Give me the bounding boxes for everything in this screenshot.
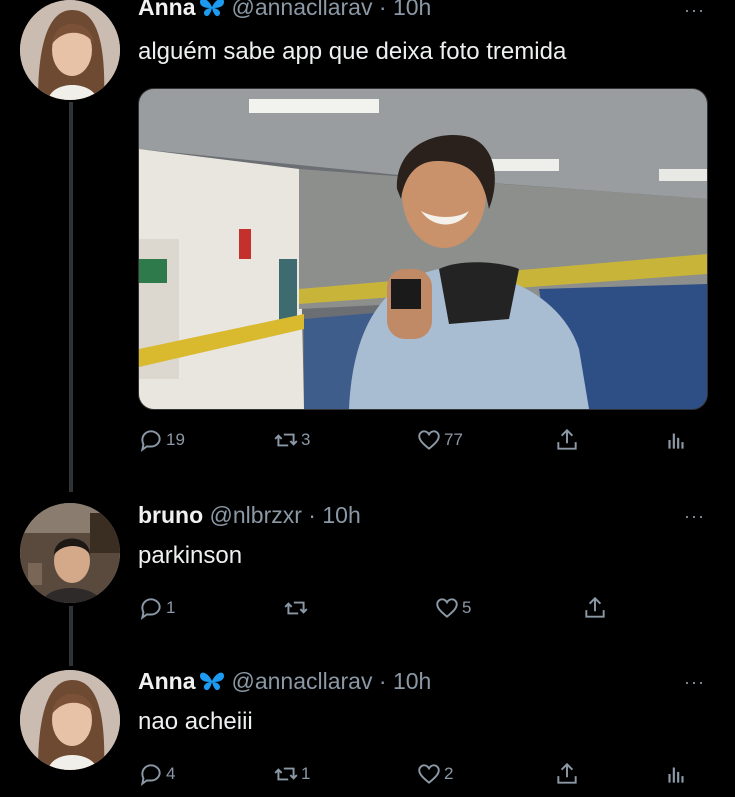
tweet-media-photo[interactable] — [138, 88, 708, 410]
reply-button[interactable]: 19 — [138, 424, 185, 456]
more-options-icon[interactable]: ··· — [684, 0, 705, 21]
retweet-icon — [284, 601, 308, 615]
tweet-text: nao acheiii — [138, 708, 253, 735]
separator-dot: · — [378, 668, 387, 694]
timestamp[interactable]: 10h — [393, 0, 431, 20]
heart-icon — [436, 598, 458, 618]
more-options-icon[interactable]: ··· — [684, 506, 705, 527]
avatar[interactable] — [20, 670, 120, 770]
like-button[interactable]: 5 — [434, 592, 471, 624]
heart-icon — [418, 764, 440, 784]
reply-button[interactable]: 4 — [138, 758, 175, 790]
tweet[interactable]: Anna @annacllarav · 10h ··· alguém sabe a… — [0, 0, 735, 480]
analytics-button[interactable] — [663, 758, 691, 790]
analytics-icon — [668, 433, 684, 449]
tweet-actions: 4 1 2 — [138, 758, 698, 790]
avatar[interactable] — [20, 0, 120, 100]
tweet-actions: 1 5 — [138, 592, 698, 624]
retweet-button[interactable]: 1 — [273, 758, 310, 790]
retweet-button[interactable]: 3 — [273, 424, 310, 456]
reply-icon — [140, 598, 161, 621]
reply-button[interactable]: 1 — [138, 592, 175, 624]
butterfly-icon — [199, 0, 224, 17]
butterfly-icon — [199, 672, 224, 691]
reply-count: 1 — [166, 598, 176, 617]
retweet-icon — [274, 767, 298, 781]
display-name[interactable]: Anna — [138, 0, 196, 20]
man-portrait-avatar-icon — [20, 503, 120, 603]
share-button[interactable] — [582, 592, 610, 624]
tweet-text: parkinson — [138, 542, 243, 569]
like-count: 77 — [444, 430, 463, 449]
share-icon — [557, 762, 577, 784]
heart-icon — [418, 430, 440, 450]
reply-icon — [140, 430, 161, 453]
like-count: 5 — [462, 598, 472, 617]
user-handle[interactable]: @annacllarav — [232, 668, 373, 694]
reply-icon — [140, 764, 161, 787]
retweet-icon — [274, 433, 298, 447]
separator-dot: · — [308, 502, 316, 528]
like-button[interactable]: 2 — [416, 758, 453, 790]
retweet-count: 1 — [301, 764, 311, 783]
separator-dot: · — [378, 0, 387, 20]
reply-count: 4 — [166, 764, 176, 783]
parking-garage-photo — [139, 89, 707, 409]
tweet-text: alguém sabe app que deixa foto tremida — [138, 38, 567, 65]
user-handle[interactable]: @nlbrzxr — [210, 502, 302, 528]
avatar[interactable] — [20, 503, 120, 603]
share-icon — [585, 596, 605, 618]
timestamp[interactable]: 10h — [322, 502, 360, 528]
share-button[interactable] — [554, 424, 582, 456]
like-count: 2 — [444, 764, 454, 783]
analytics-button[interactable] — [663, 424, 691, 456]
display-name[interactable]: bruno — [138, 502, 203, 528]
retweet-count: 3 — [301, 430, 311, 449]
more-options-icon[interactable]: ··· — [684, 672, 705, 693]
like-button[interactable]: 77 — [416, 424, 463, 456]
share-button[interactable] — [554, 758, 582, 790]
timestamp[interactable]: 10h — [393, 668, 431, 694]
woman-portrait-avatar-icon — [20, 670, 120, 770]
share-icon — [557, 428, 577, 450]
display-name[interactable]: Anna — [138, 668, 196, 694]
analytics-icon — [668, 767, 684, 783]
reply-count: 19 — [166, 430, 185, 449]
tweet-actions: 19 3 77 — [138, 424, 698, 456]
retweet-button[interactable] — [283, 592, 311, 624]
user-handle[interactable]: @annacllarav — [232, 0, 373, 20]
woman-portrait-avatar-icon — [20, 0, 120, 100]
tweet[interactable]: Anna @annacllarav · 10h ··· nao acheiii 4… — [0, 668, 735, 797]
tweet[interactable]: bruno @nlbrzxr · 10h ··· parkinson 1 5 — [0, 500, 735, 640]
